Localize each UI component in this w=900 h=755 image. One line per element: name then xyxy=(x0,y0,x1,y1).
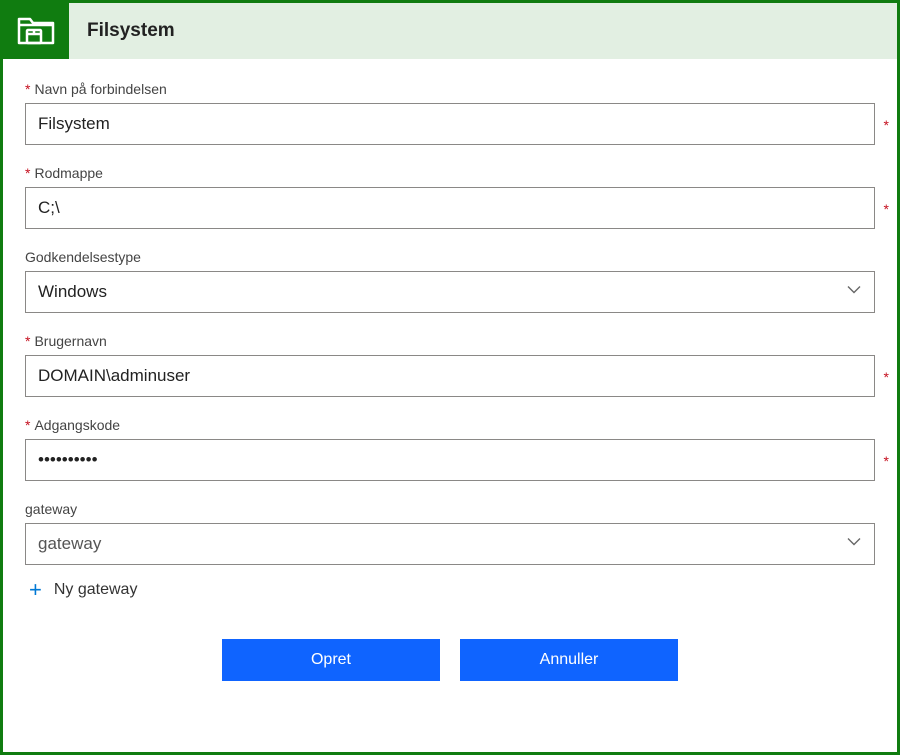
button-row: Opret Annuller xyxy=(25,611,875,691)
new-gateway-label: Ny gateway xyxy=(54,581,138,599)
dialog-window: Filsystem *Navn på forbindelsen * *Rodma… xyxy=(0,0,900,755)
root-folder-label: *Rodmappe xyxy=(25,165,875,181)
required-marker: * xyxy=(884,453,889,469)
field-connection-name: *Navn på forbindelsen * xyxy=(25,81,875,145)
required-marker: * xyxy=(884,117,889,133)
filesystem-icon xyxy=(3,3,69,59)
root-folder-input[interactable] xyxy=(25,187,875,229)
password-input[interactable] xyxy=(25,439,875,481)
field-auth-type: Godkendelsestype Windows xyxy=(25,249,875,313)
dialog-header: Filsystem xyxy=(3,3,897,59)
field-password: *Adgangskode * xyxy=(25,417,875,481)
username-label: *Brugernavn xyxy=(25,333,875,349)
field-gateway: gateway gateway + Ny gateway xyxy=(25,501,875,603)
new-gateway-link[interactable]: + Ny gateway xyxy=(25,577,875,603)
password-label: *Adgangskode xyxy=(25,417,875,433)
required-marker: * xyxy=(884,201,889,217)
auth-type-label: Godkendelsestype xyxy=(25,249,875,265)
create-button[interactable]: Opret xyxy=(222,639,440,681)
plus-icon: + xyxy=(29,577,42,603)
connection-name-input[interactable] xyxy=(25,103,875,145)
gateway-select[interactable]: gateway xyxy=(25,523,875,565)
username-input[interactable] xyxy=(25,355,875,397)
cancel-button[interactable]: Annuller xyxy=(460,639,678,681)
auth-type-select[interactable]: Windows xyxy=(25,271,875,313)
field-username: *Brugernavn * xyxy=(25,333,875,397)
field-root-folder: *Rodmappe * xyxy=(25,165,875,229)
dialog-title: Filsystem xyxy=(69,20,175,42)
form-area: *Navn på forbindelsen * *Rodmappe * xyxy=(3,59,897,752)
connection-name-label: *Navn på forbindelsen xyxy=(25,81,875,97)
required-marker: * xyxy=(884,369,889,385)
gateway-label: gateway xyxy=(25,501,875,517)
